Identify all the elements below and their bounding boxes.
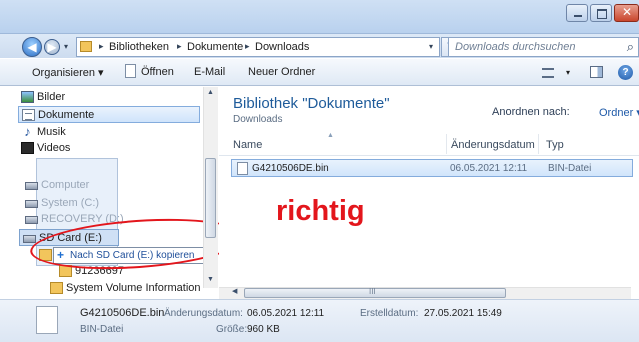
file-modified: 06.05.2021 12:11: [450, 163, 528, 174]
file-type: BIN-Datei: [548, 163, 592, 174]
view-options-icon[interactable]: [542, 68, 554, 78]
new-folder-button[interactable]: Neuer Ordner: [248, 66, 315, 78]
nav-item-label: Bilder: [37, 91, 66, 103]
forward-arrow-icon: ▶: [47, 40, 57, 54]
nav-item-label: Videos: [37, 142, 71, 154]
file-icon: [237, 162, 248, 175]
search-icon[interactable]: ⌕: [627, 39, 634, 55]
nav-item-label: System Volume Information: [66, 282, 201, 294]
documents-icon: [22, 109, 35, 121]
organize-button[interactable]: Organisieren ▾: [32, 66, 104, 79]
address-bar[interactable]: ▸ Bibliotheken ▸ Dokumente ▸ Downloads ▾: [76, 37, 440, 57]
forward-button[interactable]: ▶: [44, 39, 60, 55]
nav-item-label: Musik: [37, 126, 66, 138]
breadcrumb-dokumente[interactable]: Dokumente: [187, 41, 243, 53]
breadcrumb-bibliotheken[interactable]: Bibliotheken: [109, 41, 169, 53]
column-header-modified[interactable]: Änderungsdatum: [451, 139, 535, 151]
arrange-by-dropdown[interactable]: Ordner ▾: [599, 106, 639, 119]
address-dropdown-icon[interactable]: ▾: [429, 42, 433, 51]
title-bar: [0, 0, 639, 34]
nav-item-system-c[interactable]: System (C:): [22, 195, 202, 212]
drive-icon: [25, 200, 38, 208]
view-dropdown-icon[interactable]: ▾: [566, 68, 570, 77]
recent-pages-dropdown[interactable]: ▾: [64, 42, 68, 51]
videos-icon: [21, 142, 34, 154]
details-modified-label: Änderungsdatum:: [164, 308, 243, 319]
breadcrumb-separator-icon[interactable]: ▸: [177, 41, 182, 52]
details-filetype: BIN-Datei: [80, 324, 124, 335]
search-input[interactable]: Downloads durchsuchen ⌕: [448, 37, 639, 57]
scroll-left-icon[interactable]: ◀: [232, 287, 237, 295]
annotation-text: richtig: [276, 195, 365, 227]
minimize-button[interactable]: [566, 4, 588, 22]
open-file-icon: [125, 64, 136, 78]
email-button[interactable]: E-Mail: [194, 66, 225, 78]
library-title: Bibliothek "Dokumente": [233, 95, 390, 112]
music-icon: ♪: [24, 124, 31, 139]
close-icon: ✕: [622, 5, 633, 19]
preview-pane-icon[interactable]: [590, 66, 603, 78]
nav-item-bilder[interactable]: Bilder: [18, 89, 198, 106]
column-header-type[interactable]: Typ: [546, 139, 564, 151]
sd-card-icon: [23, 235, 36, 243]
details-modified-value: 06.05.2021 12:11: [247, 308, 325, 319]
details-filename: G4210506DE.bin: [80, 307, 165, 319]
breadcrumb-separator-icon[interactable]: ▸: [245, 41, 250, 52]
file-row[interactable]: G4210506DE.bin 06.05.2021 12:11 BIN-Date…: [231, 159, 633, 177]
back-button[interactable]: ◀: [22, 37, 42, 57]
column-header-name[interactable]: Name: [233, 139, 262, 151]
nav-item-musik[interactable]: ♪ Musik: [18, 124, 198, 141]
nav-item-label: Computer: [41, 179, 90, 191]
column-divider[interactable]: [446, 134, 447, 154]
nav-item-label: System (C:): [41, 197, 100, 209]
details-created-value: 27.05.2021 15:49: [424, 308, 502, 319]
details-size-value: 960 KB: [247, 324, 280, 335]
scroll-down-icon[interactable]: ▼: [203, 276, 218, 283]
nav-item-videos[interactable]: Videos: [18, 140, 198, 157]
breadcrumb-downloads[interactable]: Downloads: [255, 41, 309, 53]
column-divider[interactable]: [538, 134, 539, 154]
details-size-label: Größe:: [216, 324, 248, 335]
navigation-scroll-thumb[interactable]: [205, 158, 216, 238]
search-placeholder: Downloads durchsuchen: [455, 41, 576, 53]
nav-item-label: Dokumente: [38, 109, 95, 121]
folder-icon: [80, 41, 92, 52]
folder-icon: [50, 282, 63, 294]
scroll-up-icon[interactable]: ▲: [203, 89, 218, 96]
column-header-row: [219, 132, 639, 156]
back-arrow-icon: ◀: [27, 40, 37, 54]
sort-ascending-icon: ▲: [327, 132, 334, 139]
file-name: G4210506DE.bin: [252, 163, 329, 174]
arrange-by-label: Anordnen nach:: [492, 106, 570, 118]
maximize-button[interactable]: [590, 4, 612, 22]
pictures-icon: [21, 91, 34, 103]
nav-item-dokumente[interactable]: Dokumente: [18, 106, 200, 123]
details-created-label: Erstelldatum:: [360, 308, 419, 319]
library-subtitle: Downloads: [233, 114, 283, 125]
open-button[interactable]: Öffnen: [141, 66, 174, 78]
computer-icon: [25, 182, 38, 190]
close-button[interactable]: ✕: [614, 4, 639, 22]
breadcrumb-separator-icon[interactable]: ▸: [99, 41, 104, 52]
scroll-grip-icon: III: [369, 287, 376, 296]
drive-icon: [25, 216, 38, 224]
nav-item-computer[interactable]: Computer: [22, 177, 202, 194]
file-large-icon: [36, 306, 58, 334]
help-icon[interactable]: ?: [618, 65, 633, 80]
details-pane: [0, 299, 639, 342]
nav-item-system-volume-information[interactable]: System Volume Information: [47, 280, 227, 297]
